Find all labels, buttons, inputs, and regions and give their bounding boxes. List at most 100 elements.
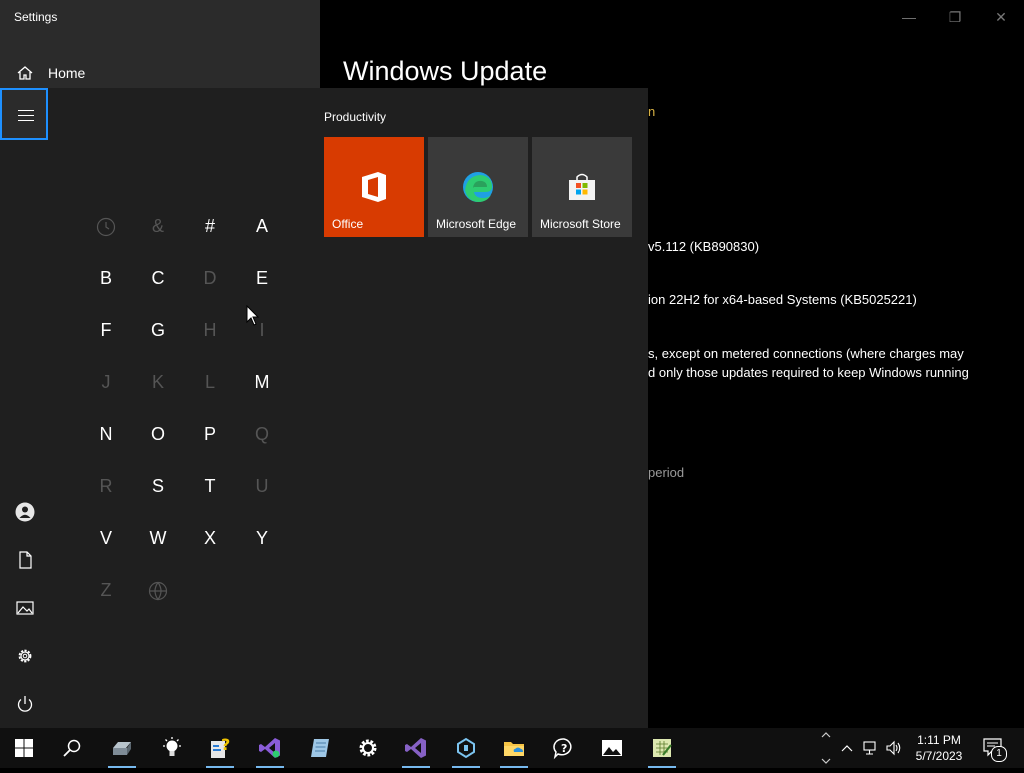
jump-letter-g[interactable]: G [132, 304, 184, 356]
jump-letter-k: K [151, 372, 164, 392]
get-help-icon: ? [553, 738, 572, 760]
tile-group-label: Productivity [324, 110, 387, 124]
taskbar-app-get-help[interactable]: ? [540, 728, 588, 768]
page-title: Windows Update [343, 56, 548, 86]
taskbar-app-visual-studio-installer[interactable] [246, 728, 294, 768]
action-center-button[interactable]: 1 [980, 736, 1007, 762]
jump-letter-a[interactable]: A [236, 200, 288, 252]
metered-text-line2: d only those updates required to keep Wi… [648, 365, 969, 380]
jump-letter-d: D [203, 268, 217, 288]
update-item-kb5025221: ion 22H2 for x64-based Systems (KB502522… [648, 292, 917, 307]
settings-home-item[interactable]: Home [0, 58, 320, 88]
jump-letter-l: L [204, 372, 215, 392]
taskbar-app-photos[interactable] [588, 728, 636, 768]
svg-text:?: ? [561, 742, 567, 755]
jump-letter-c[interactable]: C [132, 252, 184, 304]
taskbar-app-editor[interactable] [638, 728, 686, 768]
mouse-cursor-icon [246, 305, 260, 326]
jump-letter-hash[interactable]: # [184, 200, 236, 252]
visual-studio-installer-icon [259, 738, 280, 758]
jump-letter-j: J [101, 372, 111, 392]
photos-icon [602, 740, 622, 756]
jump-letter-h: H [203, 320, 217, 340]
visual-studio-icon [405, 738, 426, 758]
expand-menu-button[interactable] [0, 88, 48, 140]
jump-letter-p[interactable]: P [184, 408, 236, 460]
jump-letter-v[interactable]: V [80, 512, 132, 564]
user-icon[interactable] [14, 501, 36, 523]
network-icon[interactable] [862, 738, 880, 758]
jump-letter-s[interactable]: S [132, 460, 184, 512]
home-label: Home [48, 65, 86, 81]
svg-text:?: ? [221, 736, 230, 754]
settings-gear-icon[interactable] [14, 645, 36, 667]
store-icon [569, 173, 595, 200]
other-group-button [132, 564, 184, 616]
taskbar-app-tips[interactable] [148, 728, 196, 768]
jump-letter-i: I [259, 320, 265, 340]
taskbar-app-dev-tool[interactable] [442, 728, 490, 768]
notification-count-badge: 1 [991, 746, 1007, 762]
clock-date: 5/7/2023 [915, 749, 963, 763]
jump-letter-ampersand: & [151, 216, 164, 236]
taskbar-app-visual-studio[interactable] [392, 728, 440, 768]
printer-app-icon [113, 742, 131, 755]
taskbar-app-file-explorer[interactable] [490, 728, 538, 768]
help-app-icon: ? [211, 736, 230, 758]
jump-letter-f[interactable]: F [80, 304, 132, 356]
hamburger-icon [18, 110, 34, 111]
excel-editor-icon [653, 739, 672, 757]
taskbar-app-help[interactable]: ? [196, 728, 244, 768]
taskbar-scroll[interactable] [818, 728, 834, 768]
jump-letter-t[interactable]: T [184, 460, 236, 512]
start-button[interactable] [0, 728, 48, 768]
microsoft-store-tile[interactable]: Microsoft Store [532, 137, 632, 237]
recent-group-button [80, 200, 132, 252]
jump-letter-m[interactable]: M [236, 356, 288, 408]
jump-letter-y[interactable]: Y [236, 512, 288, 564]
settings-gear-icon [359, 739, 377, 757]
start-rail [0, 88, 52, 728]
jump-letter-e[interactable]: E [236, 252, 288, 304]
jump-letter-n[interactable]: N [80, 408, 132, 460]
office-icon [362, 172, 386, 202]
office-tile[interactable]: Office [324, 137, 424, 237]
jump-letter-b[interactable]: B [80, 252, 132, 304]
alphabet-jump-list: & # A B C D E F G H I J K L M N O P Q R S T U V W X Y Z [80, 200, 288, 616]
close-button[interactable]: ✕ [990, 6, 1012, 28]
jump-letter-o[interactable]: O [132, 408, 184, 460]
taskbar: ? ? 1:11 PM 5/7/2023 1 [0, 728, 1024, 768]
taskbar-app-settings[interactable] [344, 728, 392, 768]
pictures-icon[interactable] [14, 597, 36, 619]
update-status-link[interactable]: n [648, 104, 655, 119]
dev-tool-icon [457, 737, 475, 759]
taskbar-clock[interactable]: 1:11 PM 5/7/2023 [910, 732, 968, 764]
clock-time: 1:11 PM [917, 733, 961, 747]
restore-button[interactable]: ❐ [944, 6, 966, 28]
scroll-arrows-icon [821, 732, 831, 764]
window-title: Settings [14, 10, 58, 24]
search-button[interactable] [48, 728, 96, 768]
taskbar-app-printer[interactable] [98, 728, 146, 768]
chevron-up-icon[interactable] [838, 738, 856, 758]
microsoft-edge-tile[interactable]: Microsoft Edge [428, 137, 528, 237]
jump-letter-x[interactable]: X [184, 512, 236, 564]
volume-icon[interactable] [885, 738, 903, 758]
jump-letter-r: R [99, 476, 113, 496]
jump-letter-z: Z [100, 580, 112, 600]
globe-icon [148, 582, 168, 601]
document-icon[interactable] [14, 549, 36, 571]
home-icon [17, 66, 33, 80]
jump-letter-w[interactable]: W [132, 512, 184, 564]
minimize-button[interactable]: — [898, 6, 920, 28]
metered-text-line1: s, except on metered connections (where … [648, 346, 964, 361]
pause-period-text: period [648, 465, 685, 480]
power-icon[interactable] [14, 693, 36, 715]
jump-letter-u: U [255, 476, 269, 496]
notepad-app-icon [311, 739, 329, 757]
jump-letter-q: Q [254, 424, 269, 444]
edge-icon [463, 172, 493, 202]
start-icon [15, 739, 33, 757]
taskbar-app-notepad[interactable] [296, 728, 344, 768]
tips-bulb-icon [163, 737, 181, 756]
